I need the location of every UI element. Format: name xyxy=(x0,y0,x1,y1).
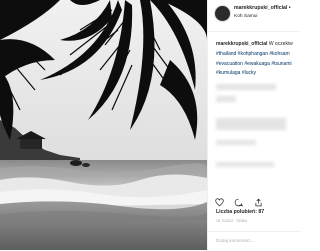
caption-username[interactable]: marekkrupski_official xyxy=(216,41,267,47)
username-link[interactable]: marekkrupski_official xyxy=(234,5,287,11)
blurred-comments xyxy=(216,96,236,102)
blurred-comments xyxy=(216,140,256,145)
blurred-comments xyxy=(216,162,274,167)
caption-hashtags-2[interactable]: #evacuation #ewakuaga #tsunami xyxy=(216,60,304,70)
caption-hashtags-1[interactable]: #thailand #kohphangan #kohsam xyxy=(216,50,304,60)
blurred-comments xyxy=(216,118,286,130)
avatar[interactable] xyxy=(214,5,231,22)
post-photo[interactable] xyxy=(0,0,207,250)
separator: • xyxy=(288,5,291,11)
post-caption: marekkrupski_official W oczekiw #thailan… xyxy=(216,40,304,79)
beach-palm-photo xyxy=(0,0,207,250)
post-timestamp: 15 GODZ. TEMU xyxy=(216,219,248,223)
like-count[interactable]: Liczba polubień: 87 xyxy=(216,209,264,215)
blurred-comments xyxy=(216,84,276,90)
caption-line-1: marekkrupski_official W oczekiw xyxy=(216,40,304,50)
comment-bar: Dodaj komentarz... xyxy=(208,231,301,251)
location-link[interactable]: Koh Samui xyxy=(234,14,257,19)
instagram-post: marekkrupski_official • Koh Samui marekk… xyxy=(0,0,301,251)
caption-hashtags-3[interactable]: #kumulaga #lucky xyxy=(216,69,304,79)
comment-input[interactable]: Dodaj komentarz... xyxy=(216,238,255,243)
caption-text: W oczekiw xyxy=(268,41,293,47)
post-header: marekkrupski_official • Koh Samui xyxy=(208,0,300,32)
comment-icon[interactable] xyxy=(234,198,244,207)
heart-icon[interactable] xyxy=(215,198,224,207)
post-sidebar: marekkrupski_official • Koh Samui marekk… xyxy=(207,0,301,251)
share-icon[interactable] xyxy=(254,198,263,207)
